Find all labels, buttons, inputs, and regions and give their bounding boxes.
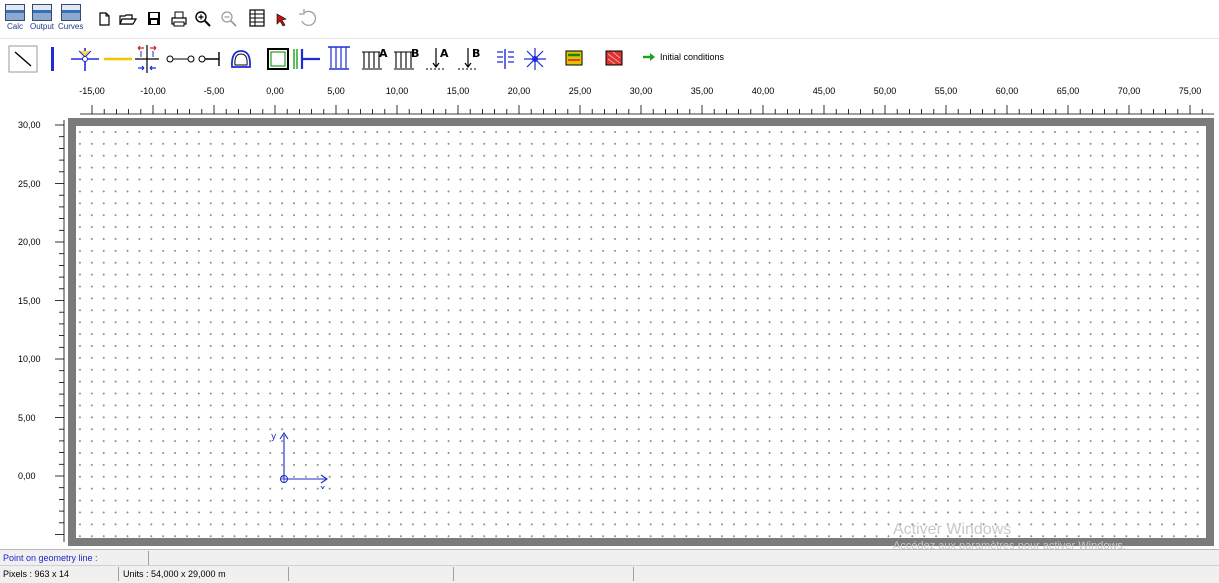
vertical-ruler: 30,00 25,00 20,00 15,00 10,00 5,00 0,00: [0, 118, 68, 546]
fixed-end-anchor-icon[interactable]: [198, 49, 224, 69]
arrow-right-icon: [643, 53, 655, 61]
anchor-icon[interactable]: [69, 45, 101, 73]
calc-icon: [5, 4, 25, 21]
well-icon[interactable]: [605, 50, 623, 66]
geometry-line-tool[interactable]: [8, 45, 38, 73]
ruler-x-ticks: [80, 105, 1214, 115]
status-bar: Pixels : 963 x 14 Units : 54,000 x 29,00…: [0, 565, 1219, 583]
open-folder-icon[interactable]: [119, 11, 137, 27]
print-icon[interactable]: [170, 10, 188, 28]
calc-label: Calc: [6, 22, 23, 31]
svg-text:B: B: [472, 47, 480, 60]
y-axis-label: y: [271, 432, 277, 442]
prompt-bar: Point on geometry line :: [0, 549, 1219, 565]
main-toolbar: Calc Output Curves: [0, 0, 1219, 38]
distributed-load-a-icon[interactable]: A: [360, 44, 390, 72]
status-panel-3: [290, 567, 454, 581]
calc-button[interactable]: Calc: [5, 4, 25, 31]
output-button[interactable]: Output: [30, 4, 54, 31]
output-label: Output: [30, 22, 55, 31]
status-panel-4: [455, 567, 634, 581]
output-icon: [32, 4, 52, 21]
initial-conditions-button[interactable]: Initial conditions: [642, 49, 724, 65]
distributed-load-b-icon[interactable]: B: [392, 44, 422, 72]
svg-text:A: A: [379, 47, 388, 60]
zoom-out-icon[interactable]: [220, 10, 238, 28]
curves-label: Curves: [58, 22, 84, 31]
select-pointer-icon[interactable]: [274, 11, 290, 27]
drawing-area-frame: y x: [68, 118, 1214, 546]
command-input[interactable]: [150, 551, 1213, 565]
mode-text: Point on geometry line :: [0, 551, 149, 565]
point-load-b-icon[interactable]: B: [456, 44, 486, 72]
svg-text:B: B: [411, 47, 419, 60]
status-panel-5: [635, 567, 1218, 581]
svg-text:A: A: [440, 47, 449, 60]
undo-icon[interactable]: [298, 8, 318, 28]
interface-icon[interactable]: [133, 43, 161, 75]
fixities-icon[interactable]: [292, 46, 322, 72]
x-axis-label: x: [320, 484, 326, 489]
geogrid-icon[interactable]: [103, 49, 133, 69]
pixels-readout: Pixels : 963 x 14: [0, 567, 119, 581]
drawing-canvas[interactable]: y x: [76, 126, 1206, 538]
distributed-load-icon[interactable]: [326, 44, 352, 72]
drain-icon[interactable]: [565, 50, 583, 66]
geometry-toolbar: A B A B Initial conditions: [0, 38, 1219, 79]
table-icon[interactable]: [249, 9, 265, 27]
curves-icon: [60, 4, 81, 21]
horizontal-ruler: -15,00 -10,00 -5,00 0,00 5,00 10,00 15,00 20,00…: [0, 78, 1219, 118]
windows-activation-watermark: Activer Windows Accédez aux paramètres p…: [893, 521, 1126, 552]
ruler-y-ticks: [55, 120, 65, 542]
prescribed-displacement-icon[interactable]: [494, 47, 518, 71]
new-file-icon[interactable]: [97, 11, 111, 27]
units-readout: Units : 54,000 x 29,000 m: [120, 567, 289, 581]
point-load-a-icon[interactable]: A: [424, 44, 454, 72]
node-to-node-anchor-icon[interactable]: [166, 51, 196, 67]
watermark-title: Activer Windows: [893, 521, 1012, 538]
zoom-in-icon[interactable]: [194, 10, 212, 28]
curves-button[interactable]: Curves: [58, 4, 83, 31]
save-icon[interactable]: [146, 11, 162, 27]
standard-fixities-icon[interactable]: [266, 47, 290, 71]
initial-conditions-label: Initial conditions: [660, 52, 725, 62]
tunnel-icon[interactable]: [228, 47, 254, 71]
plate-icon[interactable]: [48, 46, 58, 72]
rotation-fixity-icon[interactable]: [522, 46, 548, 72]
origin-axes: y x: [271, 432, 328, 489]
